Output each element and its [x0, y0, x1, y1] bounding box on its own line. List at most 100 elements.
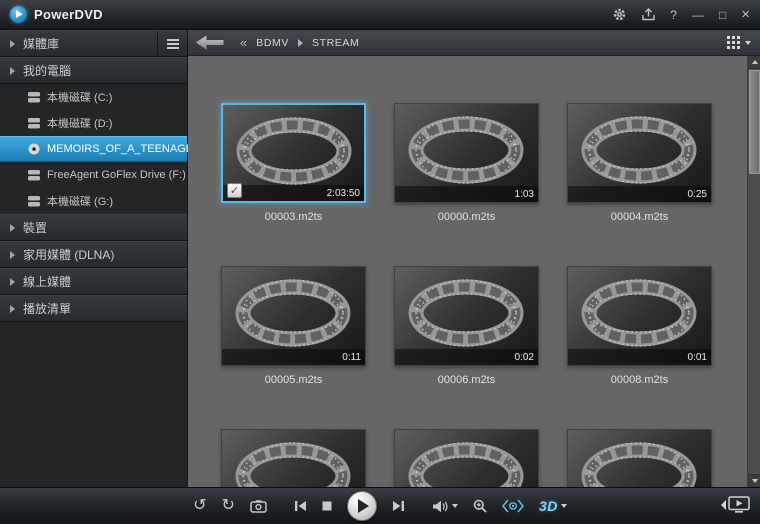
- scrollbar-thumb[interactable]: [749, 70, 760, 174]
- video-item-partial[interactable]: [221, 429, 366, 487]
- help-button[interactable]: ?: [670, 9, 677, 21]
- duration-bar: 0:01: [568, 349, 711, 365]
- next-button[interactable]: [392, 500, 405, 512]
- upgrade-icon[interactable]: [642, 8, 655, 21]
- duration-badge: 2:03:50: [327, 188, 360, 199]
- grid-view-button[interactable]: [727, 36, 751, 49]
- arrow-left-icon: [721, 500, 726, 510]
- sidebar-item-home-media[interactable]: 家用媒體 (DLNA): [0, 241, 187, 268]
- video-thumbnail[interactable]: [221, 429, 366, 487]
- duration-badge: 0:02: [515, 352, 534, 363]
- drive-icon: [28, 92, 40, 103]
- breadcrumb-item-stream[interactable]: STREAM: [312, 37, 359, 49]
- sidebar-item-online-media[interactable]: 線上媒體: [0, 268, 187, 295]
- sidebar-disc-memoirs[interactable]: MEMOIRS_OF_A_TEENAGE: [0, 136, 187, 162]
- previous-button[interactable]: [294, 500, 307, 512]
- 3d-toggle-button[interactable]: 3D: [539, 498, 567, 514]
- powerdvd-window: PowerDVD ? — □ × 媒體: [0, 0, 760, 524]
- play-button[interactable]: [347, 491, 377, 521]
- sidebar-item-label: 線上媒體: [23, 273, 71, 290]
- rotate-left-button[interactable]: ↺: [193, 498, 206, 514]
- duration-bar: 0:25: [568, 186, 711, 202]
- video-thumbnail[interactable]: 0:02: [394, 266, 539, 366]
- duration-badge: 0:11: [342, 352, 361, 363]
- sidebar-item-label: 我的電腦: [23, 62, 71, 79]
- film-reel-icon: [569, 105, 709, 197]
- disc-icon: [28, 143, 40, 155]
- menu-lines-icon: [167, 39, 179, 49]
- back-arrow-icon: [193, 33, 226, 52]
- rotate-right-button[interactable]: ↻: [222, 498, 235, 514]
- vertical-scrollbar[interactable]: [747, 56, 760, 487]
- video-thumbnail-selected[interactable]: 2:03:50 ✓: [221, 103, 366, 203]
- sidebar-drive-d[interactable]: 本機磁碟 (D:): [0, 110, 187, 136]
- sidebar-item-label: 媒體庫: [23, 35, 59, 52]
- arrow-down-icon: [752, 479, 758, 483]
- chevron-down-icon: [745, 41, 751, 45]
- maximize-button[interactable]: □: [719, 9, 726, 21]
- video-thumbnail[interactable]: [567, 429, 712, 487]
- expand-arrow-icon: [10, 224, 15, 232]
- sidebar-item-media-library[interactable]: 媒體庫: [0, 30, 187, 57]
- sidebar-item-label: 家用媒體 (DLNA): [23, 246, 114, 263]
- breadcrumb-collapsed-indicator[interactable]: «: [240, 35, 247, 50]
- close-button[interactable]: ×: [741, 7, 750, 22]
- duration-badge: 1:03: [515, 189, 534, 200]
- sidebar-item-my-computer[interactable]: 我的電腦: [0, 57, 187, 84]
- stop-button[interactable]: [322, 501, 332, 511]
- sidebar-drive-f[interactable]: FreeAgent GoFlex Drive (F:): [0, 162, 187, 188]
- film-reel-icon: [396, 105, 536, 197]
- film-reel-icon: [223, 268, 363, 360]
- video-thumbnail[interactable]: 0:01: [567, 266, 712, 366]
- truetheater-button[interactable]: [502, 499, 524, 513]
- video-filename: 00005.m2ts: [221, 374, 366, 386]
- volume-button[interactable]: [432, 500, 458, 513]
- sidebar-drive-c[interactable]: 本機磁碟 (C:): [0, 84, 187, 110]
- chevron-down-icon: [452, 504, 458, 508]
- device-screen-icon: [728, 496, 750, 513]
- library-menu-button[interactable]: [157, 31, 187, 57]
- video-thumbnail[interactable]: 0:25: [567, 103, 712, 203]
- film-reel-icon: [396, 431, 536, 487]
- checkbox-checked-icon[interactable]: ✓: [227, 183, 242, 198]
- video-item[interactable]: 1:03 00000.m2ts: [394, 103, 539, 223]
- scroll-up-button[interactable]: [748, 56, 760, 69]
- video-filename: 00004.m2ts: [567, 211, 712, 223]
- drive-label: FreeAgent GoFlex Drive (F:): [47, 169, 186, 181]
- video-thumbnail[interactable]: [394, 429, 539, 487]
- settings-gear-icon[interactable]: [612, 7, 627, 22]
- back-button[interactable]: [193, 33, 226, 52]
- sidebar-item-label: 播放清單: [23, 300, 71, 317]
- video-item[interactable]: 2:03:50 ✓ 00003.m2ts: [221, 103, 366, 223]
- video-item-partial[interactable]: [567, 429, 712, 487]
- breadcrumb-item-bdmv[interactable]: BDMV: [256, 37, 289, 49]
- grid-view-icon: [727, 36, 740, 49]
- minimize-button[interactable]: —: [692, 9, 704, 21]
- breadcrumb-separator-icon: [298, 39, 303, 47]
- video-thumbnail[interactable]: 0:11: [221, 266, 366, 366]
- titlebar: PowerDVD ? — □ ×: [0, 0, 760, 30]
- scroll-down-button[interactable]: [748, 474, 760, 487]
- chevron-down-icon: [561, 504, 567, 508]
- video-filename: 00006.m2ts: [394, 374, 539, 386]
- play-to-device-button[interactable]: [721, 496, 750, 513]
- snapshot-button[interactable]: [250, 500, 267, 513]
- video-item[interactable]: 0:25 00004.m2ts: [567, 103, 712, 223]
- video-filename: 00000.m2ts: [394, 211, 539, 223]
- duration-badge: 0:25: [688, 189, 707, 200]
- video-item[interactable]: 0:01 00008.m2ts: [567, 266, 712, 386]
- video-item[interactable]: 0:11 00005.m2ts: [221, 266, 366, 386]
- video-item[interactable]: 0:02 00006.m2ts: [394, 266, 539, 386]
- sidebar-item-playlists[interactable]: 播放清單: [0, 295, 187, 322]
- zoom-button[interactable]: [473, 499, 487, 513]
- film-reel-icon: [569, 431, 709, 487]
- video-thumbnail[interactable]: 1:03: [394, 103, 539, 203]
- film-reel-icon: [569, 268, 709, 360]
- video-item-partial[interactable]: [394, 429, 539, 487]
- sidebar-item-devices[interactable]: 裝置: [0, 214, 187, 241]
- breadcrumb-bar: « BDMV STREAM: [188, 30, 760, 56]
- duration-badge: 0:01: [688, 352, 707, 363]
- sidebar-drive-g[interactable]: 本機磁碟 (G:): [0, 188, 187, 214]
- play-icon: [358, 499, 369, 513]
- playback-controls: ↺ ↻: [0, 487, 760, 524]
